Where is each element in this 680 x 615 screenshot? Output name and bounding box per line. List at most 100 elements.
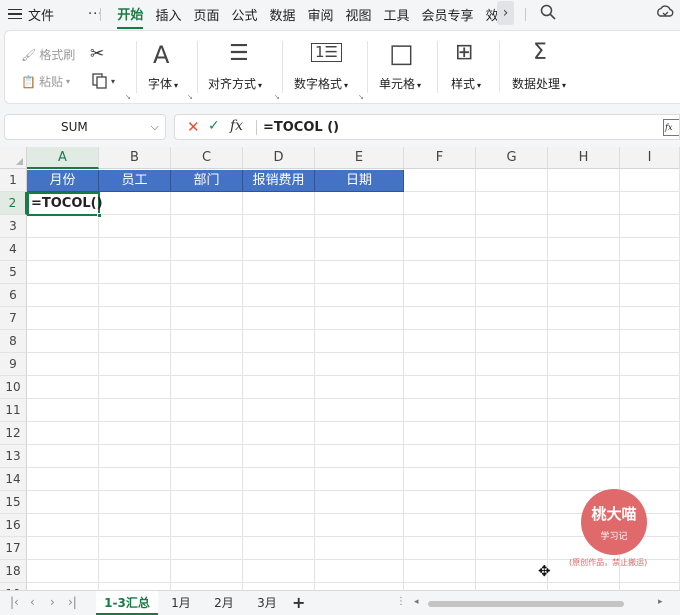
- number-format-group-button[interactable]: 数字格式 ▾: [294, 75, 348, 92]
- copy-button[interactable]: ▾: [92, 73, 115, 89]
- align-icon[interactable]: ☰: [229, 41, 249, 66]
- formula-text[interactable]: =TOCOL (): [263, 120, 339, 135]
- font-icon[interactable]: A: [153, 41, 169, 69]
- font-launcher-icon[interactable]: ↘: [187, 93, 193, 101]
- column-header-b[interactable]: B: [99, 147, 171, 169]
- number-format-launcher-icon[interactable]: ↘: [358, 93, 364, 101]
- chevron-down-icon[interactable]: ⌵: [151, 120, 159, 134]
- file-menu[interactable]: 文件: [28, 5, 54, 24]
- grid-column-line: [242, 169, 243, 590]
- row-header-12[interactable]: 12: [0, 422, 27, 445]
- data-processing-group-button[interactable]: 数据处理 ▾: [512, 75, 566, 92]
- header-cell-date[interactable]: 日期: [315, 170, 404, 192]
- fill-handle[interactable]: [97, 213, 102, 218]
- tab-data[interactable]: 数据: [269, 1, 295, 28]
- spreadsheet-grid[interactable]: ABCDEFGHI12345678910111213141516171819月份…: [0, 147, 680, 590]
- header-cell-employee[interactable]: 员工: [99, 170, 171, 192]
- header-cell-month[interactable]: 月份: [27, 170, 99, 192]
- column-header-f[interactable]: F: [404, 147, 476, 169]
- tab-tools[interactable]: 工具: [384, 1, 410, 28]
- align-launcher-icon[interactable]: ↘: [274, 93, 280, 101]
- row-header-8[interactable]: 8: [0, 330, 27, 353]
- expand-formula-icon[interactable]: fx: [663, 119, 679, 136]
- header-cell-expense[interactable]: 报销费用: [243, 170, 315, 192]
- cloud-sync-icon[interactable]: [656, 4, 674, 24]
- tab-page[interactable]: 页面: [193, 1, 219, 28]
- first-sheet-icon[interactable]: |‹: [10, 595, 19, 609]
- format-painter-button[interactable]: 🖌 格式刷: [21, 46, 75, 63]
- search-icon[interactable]: [540, 4, 556, 24]
- row-header-6[interactable]: 6: [0, 284, 27, 307]
- cell-icon[interactable]: □: [389, 39, 414, 69]
- next-sheet-icon[interactable]: ›: [50, 595, 55, 609]
- tab-member[interactable]: 会员专享: [422, 1, 474, 28]
- prev-sheet-icon[interactable]: ‹: [30, 595, 35, 609]
- tab-home[interactable]: 开始: [117, 0, 144, 29]
- sheet-tab-bar: |‹ ‹ › ›| 1-3汇总 1月 2月 3月 + ⋮ ◂ ▸: [0, 590, 680, 615]
- row-header-3[interactable]: 3: [0, 215, 27, 238]
- row-header-10[interactable]: 10: [0, 376, 27, 399]
- formula-divider: [256, 120, 257, 135]
- tab-insert[interactable]: 插入: [155, 1, 181, 28]
- align-group-button[interactable]: 对齐方式 ▾: [208, 75, 262, 92]
- tab-split-handle[interactable]: ⋮: [396, 596, 406, 607]
- column-header-c[interactable]: C: [171, 147, 243, 169]
- row-header-9[interactable]: 9: [0, 353, 27, 376]
- sheet-tab-jan[interactable]: 1月: [162, 591, 200, 615]
- column-header-i[interactable]: I: [620, 147, 680, 169]
- number-format-icon[interactable]: 1☰: [311, 43, 342, 62]
- sheet-tab-mar[interactable]: 3月: [248, 591, 286, 615]
- select-all-corner[interactable]: [0, 147, 27, 169]
- style-icon[interactable]: ⊞: [455, 40, 473, 65]
- tab-view[interactable]: 视图: [346, 1, 372, 28]
- horizontal-scrollbar[interactable]: [428, 601, 624, 607]
- column-header-g[interactable]: G: [476, 147, 548, 169]
- cancel-icon[interactable]: ✕: [187, 118, 200, 136]
- column-header-h[interactable]: H: [548, 147, 620, 169]
- row-header-19[interactable]: 19: [0, 583, 27, 590]
- grid-row-line: [27, 467, 680, 468]
- scroll-left-icon[interactable]: ◂: [414, 597, 419, 607]
- clipboard-launcher-icon[interactable]: ↘: [125, 93, 131, 101]
- more-menu[interactable]: ···: [88, 7, 103, 22]
- sheet-tab-feb[interactable]: 2月: [205, 591, 243, 615]
- font-group-button[interactable]: 字体 ▾: [148, 75, 178, 92]
- tab-formulas[interactable]: 公式: [231, 1, 257, 28]
- row-header-11[interactable]: 11: [0, 399, 27, 422]
- cut-icon[interactable]: ✂: [90, 44, 104, 64]
- column-header-e[interactable]: E: [315, 147, 404, 169]
- insert-function-icon[interactable]: fx: [230, 118, 243, 134]
- header-cell-department[interactable]: 部门: [171, 170, 243, 192]
- row-header-14[interactable]: 14: [0, 468, 27, 491]
- formula-input-box[interactable]: ✕ ✓ fx =TOCOL () fx: [174, 114, 680, 140]
- row-header-18[interactable]: 18: [0, 560, 27, 583]
- row-header-13[interactable]: 13: [0, 445, 27, 468]
- confirm-icon[interactable]: ✓: [208, 118, 220, 134]
- row-header-2[interactable]: 2: [0, 192, 27, 215]
- scroll-right-icon[interactable]: ▸: [658, 597, 663, 607]
- add-sheet-button[interactable]: +: [292, 593, 305, 612]
- row-header-15[interactable]: 15: [0, 491, 27, 514]
- row-header-16[interactable]: 16: [0, 514, 27, 537]
- column-header-d[interactable]: D: [243, 147, 315, 169]
- paste-button[interactable]: 📋 粘贴 ▾: [21, 73, 70, 90]
- name-box[interactable]: SUM ⌵: [4, 114, 166, 140]
- row-header-5[interactable]: 5: [0, 261, 27, 284]
- ribbon-divider: [197, 41, 198, 93]
- tab-review[interactable]: 审阅: [308, 1, 334, 28]
- tab-scroll-right-button[interactable]: ›: [497, 1, 514, 25]
- row-header-1[interactable]: 1: [0, 169, 27, 192]
- last-sheet-icon[interactable]: ›|: [68, 595, 77, 609]
- row-header-4[interactable]: 4: [0, 238, 27, 261]
- sheet-tab-summary[interactable]: 1-3汇总: [96, 591, 158, 615]
- active-cell[interactable]: =TOCOL(): [27, 192, 103, 218]
- main-menu-icon[interactable]: [8, 8, 22, 20]
- style-label: 样式: [451, 77, 476, 91]
- grid-row-line: [27, 306, 680, 307]
- cell-group-button[interactable]: 单元格 ▾: [379, 75, 421, 92]
- row-header-7[interactable]: 7: [0, 307, 27, 330]
- row-header-17[interactable]: 17: [0, 537, 27, 560]
- column-header-a[interactable]: A: [27, 147, 99, 169]
- sigma-icon[interactable]: Σ: [533, 40, 547, 65]
- style-group-button[interactable]: 样式 ▾: [451, 75, 481, 92]
